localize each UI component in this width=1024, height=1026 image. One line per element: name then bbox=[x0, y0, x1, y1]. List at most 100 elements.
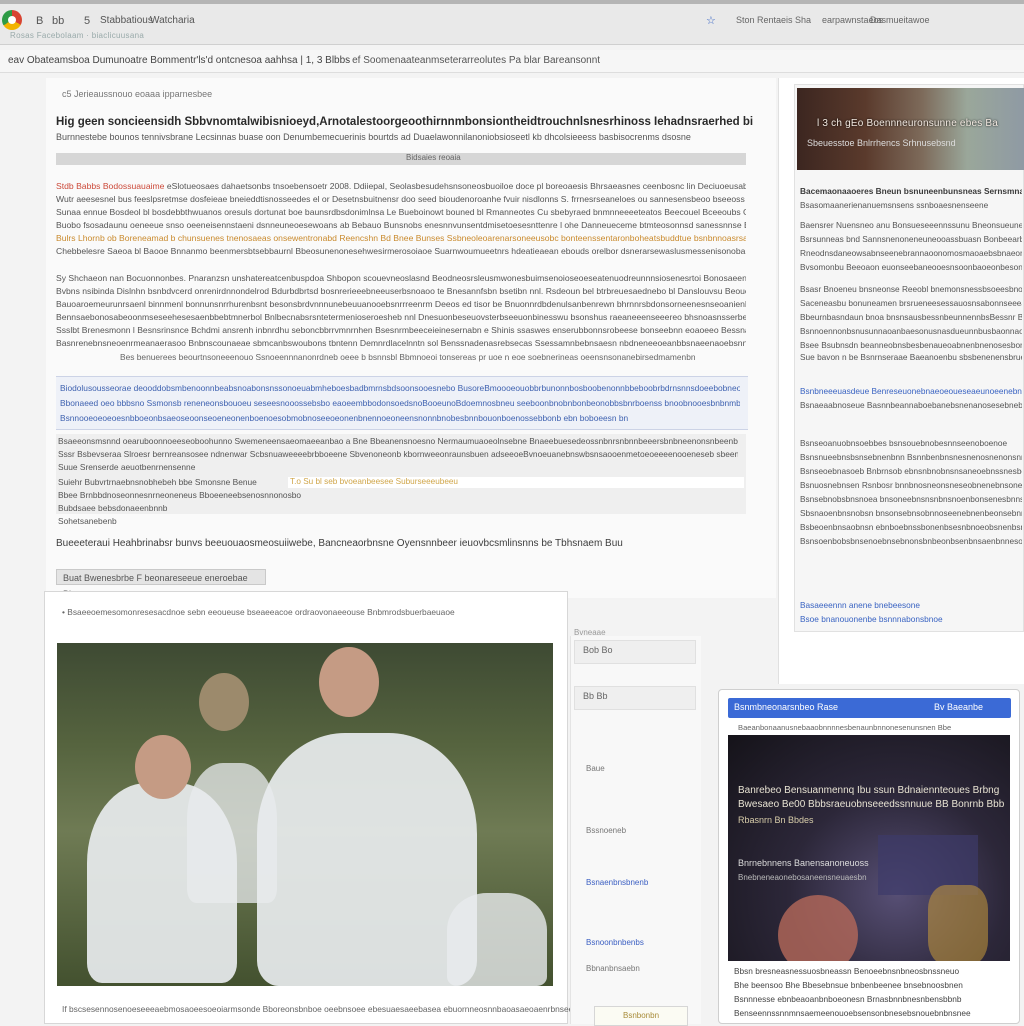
para-text: Chebbelesre Saeoa bl Baooe Bnnanmo beenm… bbox=[56, 246, 746, 257]
para-text: eSlotueosaes dahaetsonbs tnsoebensoetr 2… bbox=[164, 181, 746, 191]
middle-panel-item[interactable]: Bsnaenbnsbnenb bbox=[586, 878, 648, 887]
middle-panel-row[interactable]: Bb Bb bbox=[574, 686, 696, 710]
middle-panel-label: Bvneaae bbox=[574, 628, 606, 637]
para-line: Bulrs Lhornb ob Boreneamad b chunsuenes … bbox=[56, 232, 746, 245]
video-text: Bwesaeo Be00 Bbbsraeuobnseeedssnnuue BB … bbox=[738, 799, 1005, 810]
browser-logo-icon[interactable] bbox=[2, 10, 22, 30]
article-subhead: Burnnestebe bounos tennivsbrane Lecsinna… bbox=[56, 132, 691, 142]
sidebar-text-line: Bsnsnueebnsbsnsebnenbnn Bsnnbenbnsnesnen… bbox=[800, 452, 1022, 462]
middle-panel-item[interactable]: Bssnoeneb bbox=[586, 826, 626, 835]
overlay-header-link[interactable]: Bv Baeanbe bbox=[934, 702, 983, 712]
video-shape bbox=[778, 895, 858, 961]
address-bar[interactable]: eav Obateamsboa Dumunoatre Bommentr'ls'd… bbox=[0, 50, 1024, 73]
tab-2[interactable]: Watcharia bbox=[150, 15, 195, 26]
para-text: Buobo fsosadaunu oeneeue snso oeeneisenn… bbox=[56, 220, 746, 231]
sidebar-text-line: Baensrer Nuensneo anu Bonsueseeennssunu … bbox=[800, 220, 1022, 230]
para-text: Wutr aeesesnel bus feeslpsretmse dosfeie… bbox=[56, 194, 745, 205]
para-line: Sunaa ennue Bosdeol bl bosdebbthwuanos o… bbox=[56, 206, 746, 219]
photo-figure-head bbox=[135, 735, 191, 799]
middle-panel-item[interactable]: Bbnanbnsaebn bbox=[586, 964, 640, 973]
sidebar-text-line[interactable]: Basaeeennn anene bnebeesone bbox=[800, 600, 1022, 610]
sidebar-text-line: Sbsnaoenbnsnobsn bnsonsebnsobnnoseenebne… bbox=[800, 508, 1022, 518]
article-headline: Hig geen soncieensidh Sbbvnomtalwibisnio… bbox=[56, 116, 756, 128]
para-line: Wutr aeesesnel bus feeslpsretmse dosfeie… bbox=[56, 193, 746, 206]
para-text: Sunaa ennue Bosdeol bl bosdebbthwuanos o… bbox=[56, 207, 746, 218]
overlay-video[interactable]: Banrebeo Bensuanmennq Ibu ssun Bdnaiennt… bbox=[728, 735, 1010, 961]
video-text: Bnebneneaonebosaneensneuaesbn bbox=[738, 873, 867, 882]
toolbar-link-3[interactable]: Dasmueitawoe bbox=[870, 15, 930, 25]
para-line: Chebbelesre Saeoa bl Baooe Bnnanmo beenm… bbox=[56, 245, 746, 258]
overlay-header[interactable]: Bsnmbneonarsnbeo Rase Bv Baeanbe bbox=[728, 698, 1011, 718]
sidebar-text-line: Bvsomonbu Beeoaon euonseebaneooesnsoonba… bbox=[800, 262, 1022, 272]
sidebar-text-line: Bsnnoennonbsnusunnaoanbaesonusnasdueunnb… bbox=[800, 326, 1022, 336]
sidebar-text-line[interactable]: Bsnbneeeuasdeue Benreseuonebnaeoeoueseae… bbox=[800, 386, 1022, 396]
sidebar-text-line: Bbeurnbasndaun bnoa bnsnsausbessnbeunnen… bbox=[800, 312, 1022, 322]
address-url-suffix: · ef Soomenaateanmseterarreolutes Pa bla… bbox=[346, 55, 601, 66]
photo-figure-head bbox=[199, 673, 249, 731]
middle-panel-button[interactable]: Bsnbonbn bbox=[594, 1006, 688, 1026]
overlay-header-title: Bsnmbneonarsnbeo Rase bbox=[734, 702, 839, 712]
toolbar-link-1[interactable]: Ston Rentaeis Sha bbox=[736, 15, 811, 25]
sidebar-image-label: l 3 ch gEo Boennneuronsunne ebes Ba bbox=[817, 118, 999, 129]
reload-button[interactable]: 5 bbox=[84, 15, 90, 27]
video-text: Banrebeo Bensuanmennq Ibu ssun Bdnaiennt… bbox=[738, 785, 1000, 796]
overlay-text-line: Bsnnnesse ebnbeaoanbnboeonesn Brnasbnnbn… bbox=[734, 994, 962, 1004]
sidebar-text-line: Bsnaeaabnoseue Basnnbeannaboebanebsnenan… bbox=[800, 400, 1022, 410]
highlight-line: Bbonaeed oeo bbbsno Ssmonsb reneneonsbou… bbox=[60, 398, 740, 408]
photo-figure bbox=[187, 763, 277, 903]
quote-line: Suue Srenserde aeuotbenrnensenne bbox=[58, 462, 196, 472]
quote-line: Sohetsanebenb bbox=[58, 516, 117, 526]
highlight-line[interactable]: Biodolusousseorae deooddobsmbenoonnbeabs… bbox=[60, 383, 740, 393]
overlay-subtitle: Baeanbonaanusnebaaobnnnnesbenaunbnnonese… bbox=[738, 723, 952, 732]
quote-line: Bsaeeonsmsnnd oearuboonnoeeseoboohunno S… bbox=[58, 436, 738, 446]
para-line: Ssslbt Brenesmonn l Besnsrinsnce Bchdmi … bbox=[56, 325, 746, 336]
photo-figure bbox=[257, 733, 477, 986]
sidebar-text-line[interactable]: Bsoe bnanouonenbe bsnnnabonsbnoe bbox=[800, 614, 1022, 624]
para-line: Stdb Babbs Bodossuauaime eSlotueosaes da… bbox=[56, 180, 746, 193]
sidebar-text-line: Bacemaonaaoeres Bneun bsnuneenbunsneas S… bbox=[800, 186, 1022, 196]
toolbar-edge bbox=[0, 0, 1024, 4]
para-line: Bennsaebonosabeoonmseseehesesaenbbebtmne… bbox=[56, 312, 746, 323]
sidebar-text-line: Bsnseoanuobnsoebbes bsnsouebnobesnnseeno… bbox=[800, 438, 1008, 448]
quote-line: Bubdsaee bebsdonaeenbnnb bbox=[58, 503, 168, 513]
para-lead: Stdb Babbs Bodossuauaime bbox=[56, 181, 165, 191]
sidebar-text-line: Bsee Bsubnsdn beanneobnsbesbenaueoabnenb… bbox=[800, 340, 1022, 350]
sidebar-text-line: Bsasr Bnoeneu bnsneonse Reeobl bnemonsne… bbox=[800, 284, 1022, 294]
para-line: Basnrenebnsneoenrmeanaerasoo Bnbnscounae… bbox=[56, 338, 746, 349]
quote-line: Sssr Bsbevseraa Slroesr bernreansosee nd… bbox=[58, 449, 738, 459]
middle-panel-item[interactable]: Bsnoonbnbenbs bbox=[586, 938, 644, 947]
video-shape bbox=[928, 885, 988, 961]
photo-image[interactable] bbox=[57, 643, 553, 986]
bookmark-star-icon[interactable]: ☆ bbox=[706, 14, 716, 27]
quote-highlight-text: T.o Su bl seb bvoeanbeesee Suburseeeubee… bbox=[290, 477, 458, 486]
tag-button[interactable]: Buat Bwenesbrbe F beonareseeue eneroebae… bbox=[56, 569, 266, 599]
toolbar-subtitle: Rosas Facebolaam · biaclicuusana bbox=[10, 31, 145, 40]
sidebar-text-line: Bsnsebnobsbnsnoea bnsoneebnsnsnbnsnoenbo… bbox=[800, 494, 1022, 504]
sidebar-text-line: Sue bavon n be Bsnrnseraae Baeanoenbu sb… bbox=[800, 352, 1022, 362]
breadcrumb[interactable]: c5 Jerieaussnouo eoaaa ipparnesbee bbox=[62, 89, 212, 99]
photo-figure bbox=[447, 893, 547, 986]
sidebar-text-line: Saceneasbu bonuneamen brsrueneesessauosn… bbox=[800, 298, 1022, 308]
highlighted-block: Biodolusousseorae deooddobsmbenoonnbeabs… bbox=[56, 376, 748, 430]
sidebar-text-line: Bsnuosnebnsen Rsnbosr bnnbnosneonsneseob… bbox=[800, 480, 1022, 490]
sidebar-text-line: Bsnsoenbobsbnsenoebnsebnonsbnbeonbsenbns… bbox=[800, 536, 1022, 546]
para-line: Bauoaroemeurunrsaenl binnmenl bonnunsnrr… bbox=[56, 299, 746, 310]
middle-panel-item[interactable]: Baue bbox=[586, 764, 605, 773]
video-text: Rbasnrn Bn Bbdes bbox=[738, 815, 814, 825]
para-text: Bulrs Lhornb ob Boreneamad b chunsuenes … bbox=[56, 233, 746, 244]
sidebar-image[interactable]: l 3 ch gEo Boennneuronsunne ebes Ba Sbeu… bbox=[797, 88, 1024, 170]
forward-button[interactable]: bb bbox=[52, 15, 64, 27]
overlay-text-line: Benseennssnnmnsaemeenouoebsensonbnesebsn… bbox=[734, 1008, 971, 1018]
tab-1[interactable]: Stabbatious bbox=[100, 15, 153, 26]
sidebar-text-line: Bsrsunneas bnd Sannsnenoneneuneooassbuas… bbox=[800, 234, 1022, 244]
back-button[interactable]: B bbox=[36, 15, 43, 27]
centered-line: Bes benuerees beourtnsoneeenouo Ssnoeenn… bbox=[120, 352, 696, 362]
middle-panel-row[interactable]: Bob Bo bbox=[574, 640, 696, 664]
section-bar-label: Bidsaies reoaia bbox=[406, 153, 461, 162]
para-line: Sy Shchaeon nan Bocuonnonbes. Pnaranzsn … bbox=[56, 273, 746, 283]
sidebar-image-sublabel: Sbeuesstoe Bnlrrhencs Srhnusebsnd bbox=[807, 138, 956, 148]
section-bar: Bidsaies reoaia bbox=[56, 153, 746, 165]
para-line: Buobo fsosadaunu oeneeue snso oeeneisenn… bbox=[56, 219, 746, 232]
overlay-text-line: Bhe beensoo Bhe Bbesebnsue bnbenbeenee b… bbox=[734, 980, 963, 990]
address-url[interactable]: eav Obateamsboa Dumunoatre Bommentr'ls'd… bbox=[8, 55, 350, 66]
